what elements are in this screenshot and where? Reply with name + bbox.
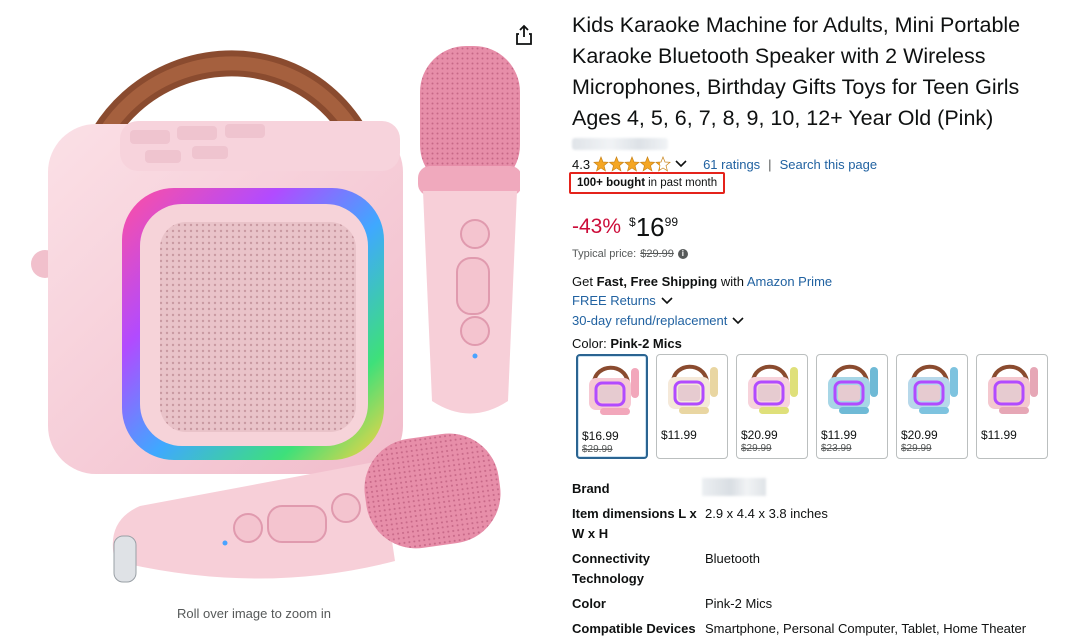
color-swatch-1[interactable]: $16.99 $29.99 [576, 354, 648, 459]
spec-key: Color [572, 596, 606, 611]
color-selected-value: Pink-2 Mics [610, 336, 682, 351]
brand-link-redacted[interactable] [572, 138, 668, 150]
product-image[interactable] [20, 6, 520, 606]
spec-key: Brand [572, 481, 610, 496]
free-returns-link[interactable]: FREE Returns [572, 293, 656, 308]
rating-value: 4.3 [572, 156, 591, 172]
color-swatches: $16.99 $29.99 $11.99 $20.99 $29.99 $11.9… [576, 354, 1056, 459]
swatch-thumbnail [748, 364, 798, 414]
shipping-line: Get Fast, Free Shipping with Amazon Prim… [572, 274, 832, 289]
bought-in-past-month: 100+ bought in past month [569, 172, 726, 194]
swatch-price: $11.99 [821, 428, 857, 442]
star-rating[interactable] [593, 156, 671, 172]
swatch-list-price: $29.99 [582, 444, 613, 455]
rating-separator: | [768, 156, 772, 172]
typical-price-value: $29.99 [640, 248, 674, 260]
swatch-price: $20.99 [901, 428, 938, 442]
brand-value-redacted [702, 478, 766, 496]
bought-period: in past month [648, 177, 718, 189]
bought-count: 100+ bought [577, 177, 646, 189]
swatch-thumbnail [828, 364, 878, 414]
stars-icon [593, 156, 671, 172]
spec-key: Item dimensions L x W x H [572, 506, 697, 541]
swatch-list-price: $23.99 [821, 443, 852, 454]
chevron-down-icon[interactable] [732, 316, 744, 325]
swatch-list-price: $29.99 [741, 443, 772, 454]
swatch-thumbnail [668, 364, 718, 414]
swatch-list-price: $29.99 [901, 443, 932, 454]
color-swatch-6[interactable]: $11.99 [976, 354, 1048, 459]
price-currency: $ [629, 215, 636, 229]
shipping-bold: Fast, Free Shipping [596, 274, 718, 289]
spec-key: Connectivity Technology [572, 551, 651, 586]
color-swatch-5[interactable]: $20.99 $29.99 [896, 354, 968, 459]
color-selection: Color: Pink-2 Mics [572, 336, 682, 351]
discount-percent: -43% [572, 215, 622, 238]
swatch-thumbnail [589, 365, 639, 415]
price-fraction: 99 [664, 215, 678, 229]
typical-price: Typical price: $29.99 i [572, 248, 688, 260]
product-details: Kids Karaoke Machine for Adults, Mini Po… [569, 0, 1072, 642]
refund-link[interactable]: 30-day refund/replacement [572, 313, 727, 328]
swatch-price: $11.99 [661, 428, 697, 442]
ratings-count-link[interactable]: 61 ratings [703, 157, 760, 172]
color-swatch-2[interactable]: $11.99 [656, 354, 728, 459]
swatch-thumbnail [908, 364, 958, 414]
price-whole: 16 [635, 212, 665, 242]
shipping-middle: with [720, 274, 744, 289]
rating-row: 4.3 61 ratings | Search this page [572, 155, 877, 173]
info-icon[interactable]: i [677, 249, 688, 259]
amazon-prime-link[interactable]: Amazon Prime [747, 274, 832, 289]
swatch-price: $11.99 [981, 428, 1017, 442]
product-title: Kids Karaoke Machine for Adults, Mini Po… [572, 13, 1021, 130]
swatch-thumbnail [988, 364, 1038, 414]
refund-replacement[interactable]: 30-day refund/replacement [572, 313, 744, 328]
free-returns[interactable]: FREE Returns [572, 293, 673, 308]
spec-value: 2.9 x 4.4 x 3.8 inches [705, 506, 828, 521]
shipping-prefix: Get [572, 274, 593, 289]
typical-price-label: Typical price: [572, 248, 637, 260]
zoom-caption: Roll over image to zoom in [177, 606, 331, 621]
spec-value: Smartphone, Personal Computer, Tablet, H… [705, 621, 1027, 636]
search-this-page-link[interactable]: Search this page [780, 157, 878, 172]
color-swatch-3[interactable]: $20.99 $29.99 [736, 354, 808, 459]
price-row: -43% $ 16 99 [572, 212, 678, 242]
swatch-price: $16.99 [582, 429, 619, 443]
share-icon[interactable] [514, 24, 534, 46]
color-swatch-4[interactable]: $11.99 $23.99 [816, 354, 888, 459]
image-gallery: Roll over image to zoom in [0, 0, 555, 642]
color-label: Color: [572, 336, 607, 351]
spec-value: Pink-2 Mics [705, 596, 773, 611]
chevron-down-icon[interactable] [675, 160, 687, 168]
spec-key: Compatible Devices [572, 621, 696, 636]
swatch-price: $20.99 [741, 428, 778, 442]
spec-value: Bluetooth [705, 551, 760, 566]
chevron-down-icon[interactable] [661, 296, 673, 305]
